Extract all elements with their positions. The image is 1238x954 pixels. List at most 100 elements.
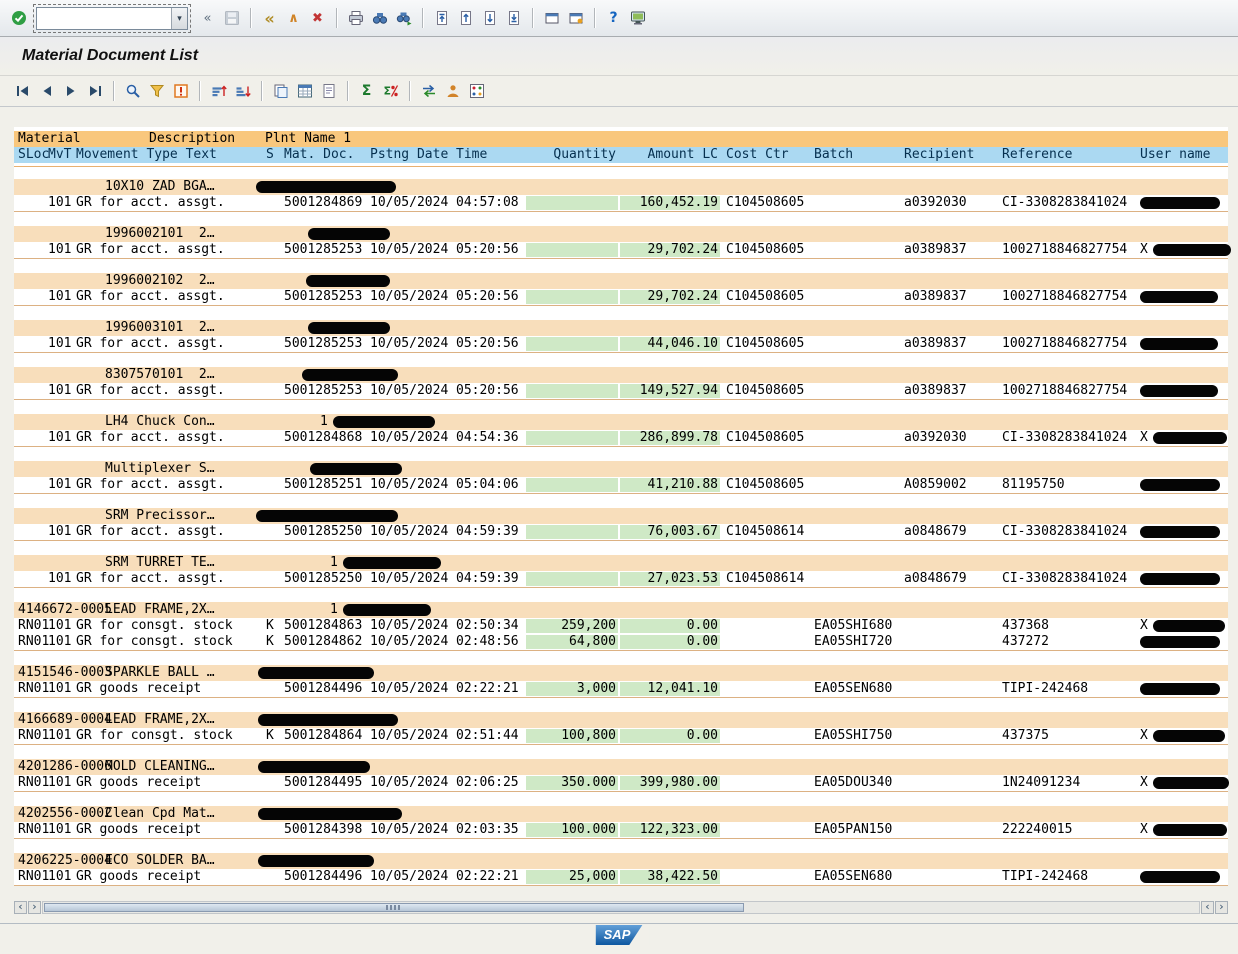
- footer: SAP: [0, 923, 1238, 952]
- plant-name-redacted: [258, 761, 370, 773]
- word-processing-icon[interactable]: [318, 81, 339, 102]
- document-row[interactable]: 101 GR for acct. assgt. 5001285253 10/05/20…: [14, 336, 1228, 352]
- time: 02:06:25: [456, 775, 519, 790]
- material-header-row[interactable]: 1996002102 2…: [14, 273, 1228, 289]
- plant-name-redacted: [258, 808, 402, 820]
- next-item-icon[interactable]: [60, 81, 81, 102]
- total-icon[interactable]: Σ: [356, 81, 377, 102]
- time: 04:59:39: [456, 524, 519, 539]
- material-header-row[interactable]: 4206225-0004 ECO SOLDER BA…: [14, 853, 1228, 869]
- spreadsheet-view-icon[interactable]: [294, 81, 315, 102]
- find-next-icon[interactable]: [393, 8, 414, 29]
- scroll-right-button[interactable]: ›: [28, 900, 41, 914]
- material-document: 5001285253: [284, 383, 363, 398]
- sort-descending-icon[interactable]: [232, 81, 253, 102]
- document-row[interactable]: RN01 101 GR goods receipt 5001284495 10/05/2…: [14, 775, 1229, 791]
- scroll-left-button-2[interactable]: ‹: [1201, 900, 1214, 914]
- enter-icon[interactable]: [8, 8, 29, 29]
- print-icon[interactable]: [345, 8, 366, 29]
- document-row[interactable]: 101 GR for acct. assgt. 5001284868 10/05/20…: [14, 430, 1228, 446]
- set-filter-icon[interactable]: [146, 81, 167, 102]
- page-down-icon[interactable]: [479, 8, 500, 29]
- document-row[interactable]: RN01 101 GR goods receipt 5001284496 10/05/2…: [14, 681, 1228, 697]
- user-settings-icon[interactable]: [442, 81, 463, 102]
- first-page-icon[interactable]: [431, 8, 452, 29]
- new-session-icon[interactable]: [541, 8, 562, 29]
- material-header-row[interactable]: 4166689-0004 LEAD FRAME,2X…: [14, 712, 1228, 728]
- material-header-row[interactable]: 4146672-0005 LEAD FRAME,2X… 1: [14, 602, 1228, 618]
- plant-name-redacted: [258, 855, 374, 867]
- scrollbar-track[interactable]: [42, 900, 1200, 914]
- sort-ascending-icon[interactable]: [208, 81, 229, 102]
- material-header-row[interactable]: 1996002101 2…: [14, 226, 1228, 242]
- find-icon[interactable]: [369, 8, 390, 29]
- document-row[interactable]: RN01 101 GR goods receipt 5001284496 10/05/2…: [14, 869, 1228, 885]
- document-row[interactable]: 101 GR for acct. assgt. 5001285250 10/05/20…: [14, 524, 1228, 540]
- material-header-row[interactable]: SRM TURRET TE… 1: [14, 555, 1228, 571]
- material-header-row[interactable]: SRM Precissor…: [14, 508, 1228, 524]
- document-row[interactable]: 101 GR for acct. assgt. 5001285253 10/05/20…: [14, 383, 1228, 399]
- document-row[interactable]: RN01 101 GR for consgt. stock K 5001284864 10…: [14, 728, 1228, 744]
- document-row[interactable]: RN01 101 GR for consgt. stock K 5001284863 10…: [14, 618, 1228, 634]
- user-name-prefix: X: [1140, 618, 1148, 633]
- material-header-row[interactable]: 4201286-0006 MOLD CLEANING…: [14, 759, 1228, 775]
- material-header-row[interactable]: 4202556-0002 Clean Cpd Mat…: [14, 806, 1228, 822]
- exit-icon[interactable]: ∧: [283, 8, 304, 29]
- last-page-icon[interactable]: [503, 8, 524, 29]
- scroll-left-button[interactable]: ‹: [14, 900, 27, 914]
- cost-center: C104508605: [726, 430, 805, 445]
- scroll-right-button-2[interactable]: ›: [1215, 900, 1228, 914]
- column-header-row-2: SLoc MvT Movement Type Text S Mat. Doc. …: [14, 147, 1228, 163]
- material-header-row[interactable]: 8307570101 2…: [14, 367, 1228, 383]
- material-header-row[interactable]: Multiplexer S…: [14, 461, 1228, 477]
- material-header-row[interactable]: 4151546-0003 SPARKLE BALL …: [14, 665, 1228, 681]
- subtotal-icon[interactable]: Σ: [380, 81, 401, 102]
- choose-layout-icon[interactable]: [466, 81, 487, 102]
- recipient: a0848679: [904, 524, 967, 539]
- material-description: 1996002102 2…: [105, 273, 215, 288]
- last-item-icon[interactable]: [84, 81, 105, 102]
- material-header-row[interactable]: LH4 Chuck Con… 1: [14, 414, 1228, 430]
- exceptions-icon[interactable]: [170, 81, 191, 102]
- customize-layout-icon[interactable]: [627, 8, 648, 29]
- sap-window: { "app": { "title": "Material Document L…: [0, 0, 1238, 954]
- document-row[interactable]: RN01 101 GR for consgt. stock K 5001284862 10…: [14, 634, 1228, 650]
- document-row[interactable]: 101 GR for acct. assgt. 5001284869 10/05/20…: [14, 195, 1228, 211]
- copy-icon[interactable]: [270, 81, 291, 102]
- sloc: RN01: [18, 869, 50, 884]
- recipient: a0389837: [904, 242, 967, 257]
- choose-detail-icon[interactable]: [122, 81, 143, 102]
- document-row[interactable]: 101 GR for acct. assgt. 5001285253 10/05/20…: [14, 242, 1231, 258]
- movement-type: 101: [48, 634, 72, 649]
- plant-name-redacted: [256, 510, 398, 522]
- plant-name-redacted: [333, 416, 435, 428]
- document-row[interactable]: 101 GR for acct. assgt. 5001285250 10/05/20…: [14, 571, 1228, 587]
- command-field[interactable]: [37, 9, 171, 27]
- page-up-icon[interactable]: [455, 8, 476, 29]
- back-icon[interactable]: «: [259, 8, 280, 29]
- header-amount-lc: Amount LC: [647, 147, 718, 162]
- cancel-icon[interactable]: ✖: [307, 8, 328, 29]
- time: 04:59:39: [456, 571, 519, 586]
- reference: 437272: [1002, 634, 1049, 649]
- document-row[interactable]: 101 GR for acct. assgt. 5001285253 10/05/20…: [14, 289, 1228, 305]
- time: 02:50:34: [456, 618, 519, 633]
- scrollbar-thumb[interactable]: [44, 902, 744, 912]
- material-description: LH4 Chuck Con…: [105, 414, 215, 429]
- posting-date: 10/05/2024: [370, 477, 449, 492]
- previous-item-icon[interactable]: [36, 81, 57, 102]
- movement-type-text: GR for acct. assgt.: [76, 336, 225, 351]
- document-row[interactable]: 101 GR for acct. assgt. 5001285251 10/05/20…: [14, 477, 1228, 493]
- document-row[interactable]: RN01 101 GR goods receipt 5001284398 10/05/2…: [14, 822, 1228, 838]
- material-header-row[interactable]: 1996003101 2…: [14, 320, 1228, 336]
- help-icon[interactable]: ?: [603, 8, 624, 29]
- amount-lc: 76,003.67: [620, 525, 720, 539]
- command-dropdown-icon[interactable]: ▾: [171, 7, 187, 29]
- print-preview-icon[interactable]: [418, 81, 439, 102]
- collapse-icon[interactable]: «: [197, 8, 218, 29]
- report-area: Material Description Plnt Name 1 SLoc Mv…: [14, 127, 1231, 886]
- material-header-row[interactable]: 10X10 ZAD BGA…: [14, 179, 1228, 195]
- create-shortcut-icon[interactable]: [565, 8, 586, 29]
- material-description: MOLD CLEANING…: [105, 759, 215, 774]
- first-item-icon[interactable]: [12, 81, 33, 102]
